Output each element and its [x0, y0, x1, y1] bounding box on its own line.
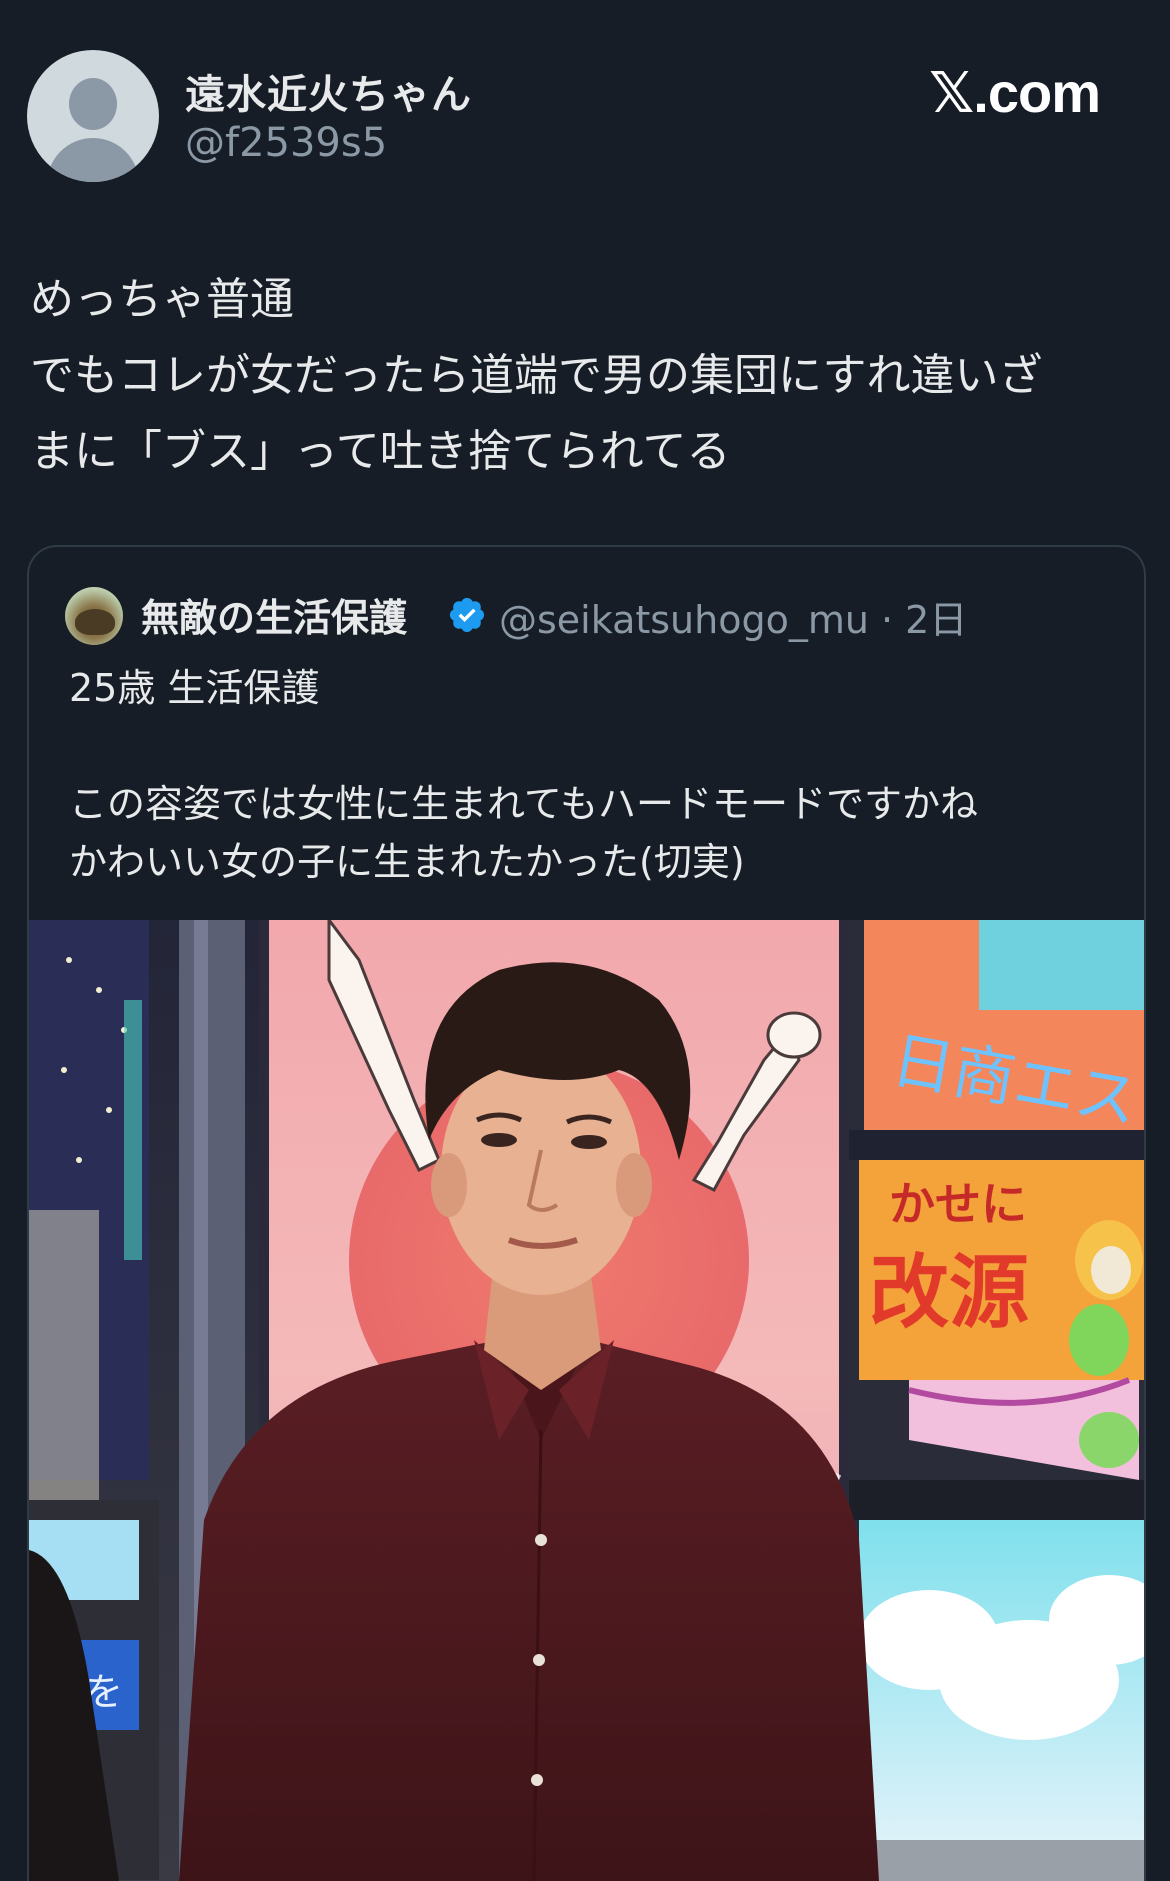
verified-badge-icon — [449, 597, 485, 633]
author-handle[interactable]: @f2539s5 — [185, 120, 387, 166]
tweet-text-line: でもコレが女だったら道端で男の集団にすれ違いざ — [30, 350, 1043, 401]
quoted-tweet-card[interactable]: 無敵の生活保護 @seikatsuhogo_mu · 2日 25歳 生活保護 こ… — [27, 545, 1146, 1881]
avatar-animal-icon — [75, 609, 115, 635]
quoted-text-line: かわいい女の子に生まれたかった(切実) — [69, 840, 745, 884]
quoted-tweet-text: 25歳 生活保護 この容姿では女性に生まれてもハードモードですかね かわいい女の… — [69, 659, 1109, 891]
quoted-text-line — [69, 717, 1109, 775]
quoted-author-handle-and-time[interactable]: @seikatsuhogo_mu · 2日 — [499, 589, 967, 644]
x-com-logo: 𝕏.com — [929, 60, 1101, 126]
x-logo-icon: 𝕏 — [929, 61, 974, 126]
tweet-text-line: めっちゃ普通 — [30, 274, 294, 325]
quoted-tweet-photo[interactable]: 力を — [29, 920, 1144, 1881]
quoted-author-name[interactable]: 無敵の生活保護 — [141, 587, 407, 642]
quoted-text-line: 25歳 生活保護 — [69, 666, 320, 710]
x-com-logo-text: .com — [973, 61, 1101, 124]
quoted-author-avatar[interactable] — [65, 587, 123, 645]
tweet-text-line: まに「ブス」って吐き捨てられてる — [30, 426, 731, 477]
sign-small-text: かせに — [889, 1177, 1027, 1231]
default-avatar-head-icon — [69, 78, 117, 130]
tweet-screenshot: 遠水近火ちゃん @f2539s5 𝕏.com めっちゃ普通 でもコレが女だったら… — [0, 0, 1170, 1881]
default-avatar-body-icon — [47, 138, 139, 182]
photo-illustration: 力を — [29, 920, 1144, 1881]
author-avatar[interactable] — [27, 50, 159, 182]
author-display-name[interactable]: 遠水近火ちゃん — [185, 62, 472, 120]
sign-big-text: 改源 — [869, 1246, 1029, 1339]
quoted-text-line: この容姿では女性に生まれてもハードモードですかね — [69, 782, 978, 826]
tweet-text: めっちゃ普通 でもコレが女だったら道端で男の集団にすれ違いざ まに「ブス」って吐… — [30, 262, 1140, 490]
